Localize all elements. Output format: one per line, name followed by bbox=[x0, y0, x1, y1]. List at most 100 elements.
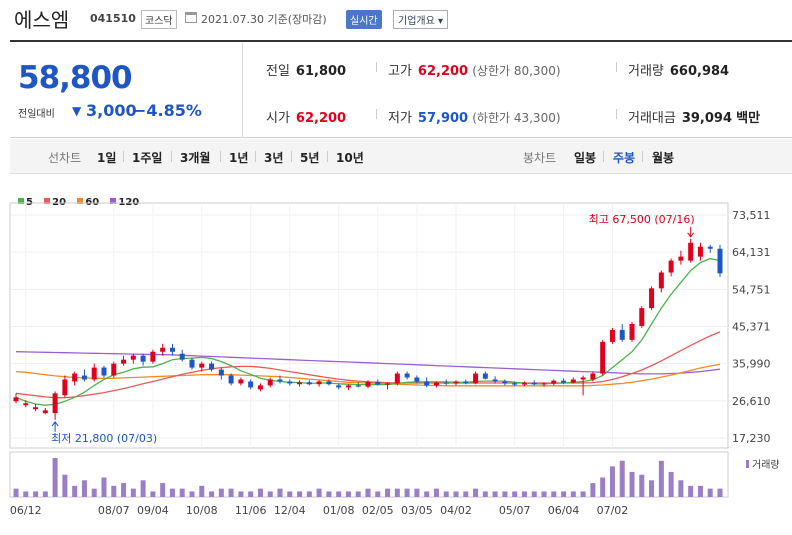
candle-body bbox=[336, 385, 342, 388]
volume-bar bbox=[121, 483, 127, 497]
high-arrow-icon bbox=[687, 226, 695, 238]
candle-body bbox=[316, 381, 322, 385]
volume-bar bbox=[463, 491, 469, 497]
volume-bar bbox=[375, 491, 381, 497]
volume-bar bbox=[111, 485, 117, 497]
volume-bar bbox=[502, 491, 508, 497]
candle-body bbox=[717, 248, 723, 274]
candle-body bbox=[189, 359, 195, 368]
y-tick-label: 45,371 bbox=[732, 320, 771, 333]
candle-body bbox=[551, 380, 557, 384]
candle-body bbox=[160, 347, 166, 352]
candle-body bbox=[512, 383, 518, 385]
candle-body bbox=[72, 373, 78, 382]
volume-bar bbox=[101, 477, 107, 497]
candle-body bbox=[257, 385, 263, 390]
volume-bar bbox=[297, 491, 303, 497]
volume-bar bbox=[668, 471, 674, 497]
candle-body bbox=[345, 385, 351, 388]
volume-bar bbox=[453, 491, 459, 497]
volume-bar bbox=[590, 483, 596, 497]
volume-bar bbox=[394, 488, 400, 497]
volume-bar bbox=[228, 488, 234, 497]
volume-bar bbox=[697, 485, 703, 497]
volume-bar bbox=[492, 491, 498, 497]
volume-bar bbox=[551, 491, 557, 497]
volume-bar bbox=[277, 488, 283, 497]
volume-bar bbox=[541, 491, 547, 497]
candle-body bbox=[267, 379, 273, 386]
x-tick-label: 06/12 bbox=[10, 504, 42, 517]
x-tick-label: 04/02 bbox=[440, 504, 472, 517]
volume-bar bbox=[570, 491, 576, 497]
candle-body bbox=[248, 381, 254, 388]
volume-bar bbox=[306, 491, 312, 497]
candle-body bbox=[668, 260, 674, 273]
x-tick-label: 06/04 bbox=[548, 504, 580, 517]
candle-body bbox=[42, 410, 48, 414]
x-tick-label: 12/04 bbox=[274, 504, 306, 517]
x-tick-label: 08/07 bbox=[98, 504, 130, 517]
volume-bar bbox=[140, 480, 146, 497]
x-tick-label: 01/08 bbox=[323, 504, 355, 517]
candle-body bbox=[561, 380, 567, 383]
candle-body bbox=[179, 353, 185, 360]
high-annotation: 최고 67,500 (07/16) bbox=[589, 213, 695, 226]
candle-body bbox=[414, 377, 420, 382]
candle-body bbox=[453, 381, 459, 384]
candle-body bbox=[639, 308, 645, 326]
candle-body bbox=[150, 351, 156, 362]
volume-bar bbox=[209, 491, 215, 497]
volume-bar bbox=[609, 466, 615, 497]
candle-body bbox=[287, 381, 293, 384]
volume-bar bbox=[433, 488, 439, 497]
volume-bar bbox=[365, 488, 371, 497]
candle-body bbox=[424, 381, 430, 386]
volume-bar bbox=[649, 480, 655, 497]
volume-bar bbox=[717, 488, 723, 497]
candle-body bbox=[385, 383, 391, 385]
candle-body bbox=[52, 393, 58, 414]
volume-bar bbox=[218, 488, 224, 497]
volume-legend-swatch bbox=[746, 460, 749, 468]
candle-body bbox=[218, 369, 224, 376]
volume-bar bbox=[287, 491, 293, 497]
volume-bar bbox=[62, 474, 68, 497]
volume-bar bbox=[179, 488, 185, 497]
candle-body bbox=[228, 375, 234, 384]
volume-bar bbox=[316, 488, 322, 497]
candle-body bbox=[91, 367, 97, 380]
candle-body bbox=[277, 379, 283, 382]
volume-bar bbox=[326, 491, 332, 497]
volume-bar bbox=[33, 491, 39, 497]
candle-body bbox=[355, 385, 361, 387]
volume-bar bbox=[130, 488, 136, 497]
candle-body bbox=[580, 377, 586, 380]
volume-bar bbox=[238, 491, 244, 497]
stock-chart[interactable]: 73,511 64,131 54,751 45,371 35,990 26,610 17,2… bbox=[0, 0, 792, 535]
candle-body bbox=[590, 373, 596, 380]
volume-bar bbox=[707, 488, 713, 497]
candle-body bbox=[688, 242, 694, 261]
volume-label: 거래량 bbox=[752, 459, 780, 471]
candle-body bbox=[101, 367, 107, 376]
candle-body bbox=[492, 379, 498, 382]
volume-bar bbox=[267, 491, 273, 497]
x-tick-label: 02/05 bbox=[362, 504, 394, 517]
volume-bar bbox=[257, 488, 263, 497]
y-tick-label: 73,511 bbox=[732, 209, 771, 222]
volume-bar bbox=[580, 491, 586, 497]
candle-body bbox=[140, 355, 146, 362]
candle-body bbox=[521, 382, 527, 385]
candle-body bbox=[326, 381, 332, 385]
candle-body bbox=[81, 375, 87, 380]
candle-body bbox=[443, 382, 449, 384]
volume-bar bbox=[629, 471, 635, 497]
candle-body bbox=[658, 272, 664, 289]
candle-body bbox=[199, 363, 205, 368]
x-tick-label: 05/07 bbox=[499, 504, 531, 517]
volume-bar bbox=[639, 474, 645, 497]
x-tick-label: 09/04 bbox=[137, 504, 169, 517]
x-tick-label: 11/06 bbox=[235, 504, 267, 517]
candle-body bbox=[169, 347, 175, 352]
